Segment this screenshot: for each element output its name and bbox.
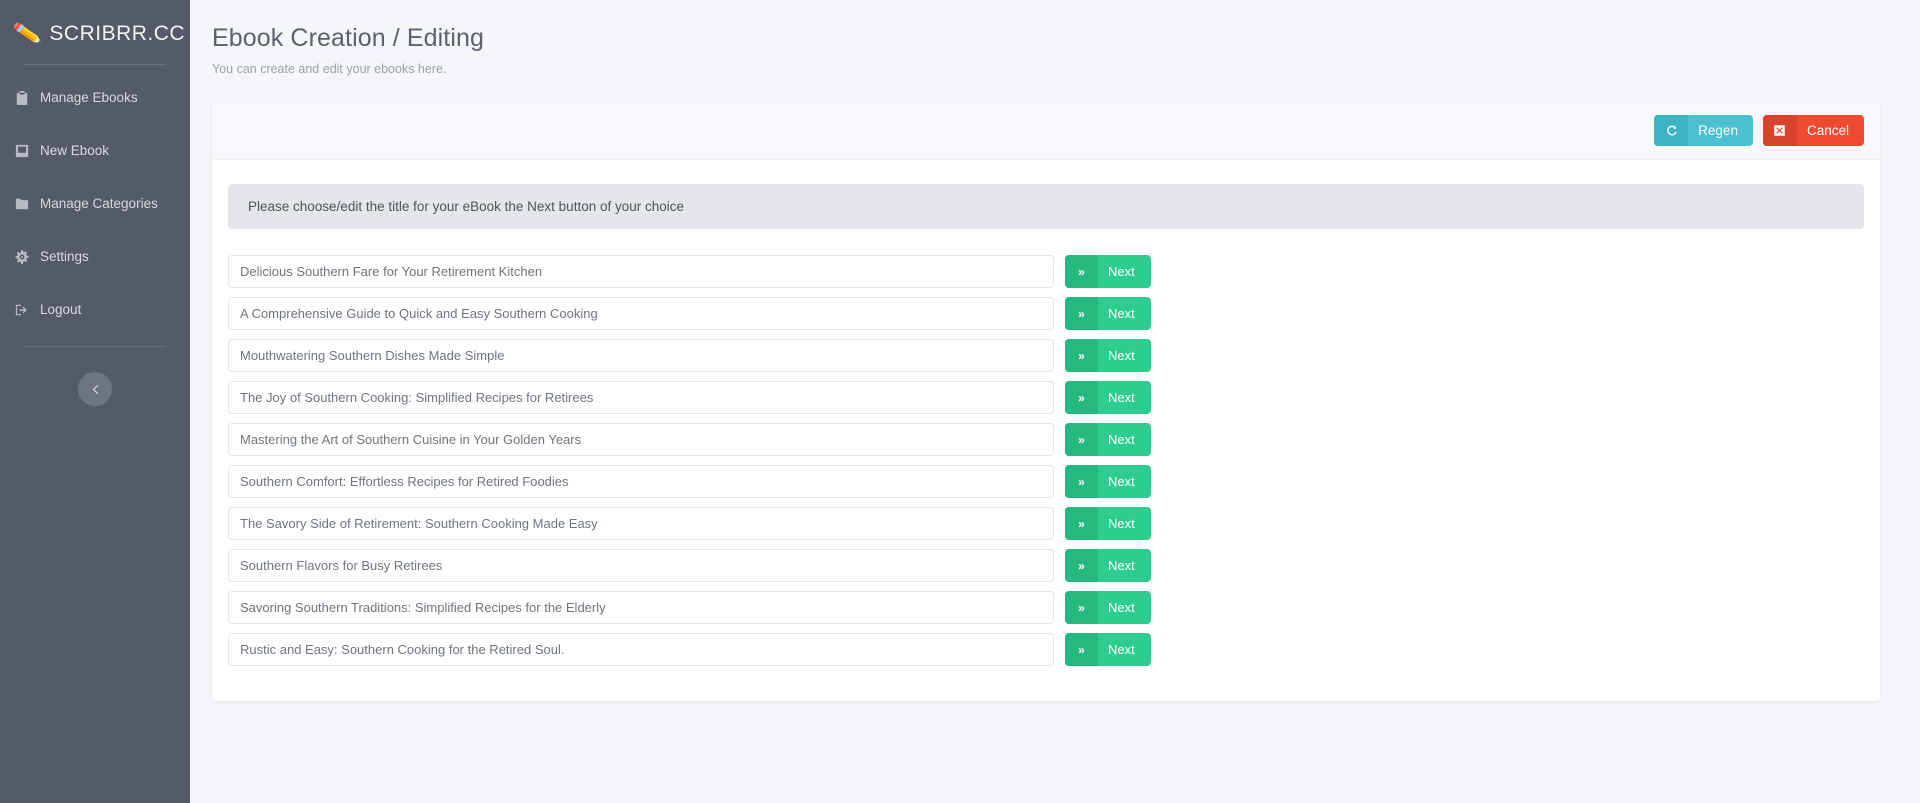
logout-icon: [14, 302, 29, 317]
pencil-icon: ✏️: [12, 21, 43, 47]
regen-button[interactable]: Regen: [1654, 115, 1753, 146]
title-row: »Next: [228, 465, 1864, 498]
title-list: »Next»Next»Next»Next»Next»Next»Next»Next…: [228, 255, 1864, 666]
title-input[interactable]: [228, 465, 1054, 498]
next-label: Next: [1098, 255, 1135, 288]
sidebar-item-label: Manage Categories: [40, 196, 158, 211]
double-chevron-right-icon: »: [1065, 465, 1098, 498]
card-body: Please choose/edit the title for your eB…: [212, 160, 1880, 701]
next-label: Next: [1098, 507, 1135, 540]
sidebar-item-new-ebook[interactable]: New Ebook: [0, 132, 190, 169]
title-row: »Next: [228, 297, 1864, 330]
double-chevron-right-icon: »: [1065, 549, 1098, 582]
cancel-label: Cancel: [1797, 115, 1864, 146]
clipboard-list-icon: [14, 90, 29, 105]
title-row: »Next: [228, 339, 1864, 372]
refresh-icon: [1654, 115, 1688, 146]
main-content: Ebook Creation / Editing You can create …: [190, 0, 1920, 803]
next-button[interactable]: »Next: [1065, 255, 1151, 288]
sidebar-item-manage-ebooks[interactable]: Manage Ebooks: [0, 79, 190, 116]
title-input[interactable]: [228, 339, 1054, 372]
next-label: Next: [1098, 381, 1135, 414]
sidebar-item-logout[interactable]: Logout: [0, 291, 190, 328]
title-input[interactable]: [228, 297, 1054, 330]
sidebar-item-manage-categories[interactable]: Manage Categories: [0, 185, 190, 222]
next-label: Next: [1098, 465, 1135, 498]
next-label: Next: [1098, 339, 1135, 372]
brand-logo[interactable]: ✏️ SCRIBRR.CC: [0, 12, 190, 58]
title-input[interactable]: [228, 591, 1054, 624]
sidebar-item-settings[interactable]: Settings: [0, 238, 190, 275]
close-box-icon: [1763, 115, 1797, 146]
card-toolbar: Regen Cancel: [212, 102, 1880, 160]
double-chevron-right-icon: »: [1065, 507, 1098, 540]
double-chevron-right-icon: »: [1065, 591, 1098, 624]
title-row: »Next: [228, 591, 1864, 624]
cancel-button[interactable]: Cancel: [1763, 115, 1864, 146]
title-input[interactable]: [228, 549, 1054, 582]
instruction-banner: Please choose/edit the title for your eB…: [228, 184, 1864, 229]
double-chevron-right-icon: »: [1065, 255, 1098, 288]
next-button[interactable]: »Next: [1065, 591, 1151, 624]
next-button[interactable]: »Next: [1065, 465, 1151, 498]
title-row: »Next: [228, 507, 1864, 540]
next-label: Next: [1098, 549, 1135, 582]
title-input[interactable]: [228, 633, 1054, 666]
page-subtitle: You can create and edit your ebooks here…: [190, 62, 1920, 76]
title-input[interactable]: [228, 381, 1054, 414]
double-chevron-right-icon: »: [1065, 423, 1098, 456]
brand-name: SCRIBRR.CC: [49, 22, 185, 46]
next-label: Next: [1098, 297, 1135, 330]
page-title: Ebook Creation / Editing: [190, 24, 1920, 53]
next-button[interactable]: »Next: [1065, 423, 1151, 456]
book-icon: [14, 143, 29, 158]
title-input[interactable]: [228, 423, 1054, 456]
chevron-left-icon: [90, 384, 101, 395]
next-button[interactable]: »Next: [1065, 549, 1151, 582]
ebook-titles-card: Regen Cancel Please choose/edit the titl…: [212, 102, 1880, 701]
sidebar-divider: [24, 346, 166, 347]
sidebar: ✏️ SCRIBRR.CC Manage Ebooks New Ebook Ma…: [0, 0, 190, 803]
next-button[interactable]: »Next: [1065, 339, 1151, 372]
folder-icon: [14, 196, 29, 211]
sidebar-item-label: Manage Ebooks: [40, 90, 138, 105]
regen-label: Regen: [1688, 115, 1753, 146]
sidebar-item-label: Settings: [40, 249, 89, 264]
double-chevron-right-icon: »: [1065, 381, 1098, 414]
next-button[interactable]: »Next: [1065, 633, 1151, 666]
double-chevron-right-icon: »: [1065, 339, 1098, 372]
title-row: »Next: [228, 423, 1864, 456]
title-input[interactable]: [228, 507, 1054, 540]
title-row: »Next: [228, 633, 1864, 666]
next-button[interactable]: »Next: [1065, 507, 1151, 540]
sidebar-item-label: Logout: [40, 302, 81, 317]
next-label: Next: [1098, 633, 1135, 666]
next-button[interactable]: »Next: [1065, 381, 1151, 414]
title-input[interactable]: [228, 255, 1054, 288]
gear-icon: [14, 249, 29, 264]
double-chevron-right-icon: »: [1065, 297, 1098, 330]
title-row: »Next: [228, 381, 1864, 414]
next-label: Next: [1098, 423, 1135, 456]
brand-divider: [24, 64, 166, 65]
next-label: Next: [1098, 591, 1135, 624]
double-chevron-right-icon: »: [1065, 633, 1098, 666]
sidebar-item-label: New Ebook: [40, 143, 109, 158]
title-row: »Next: [228, 255, 1864, 288]
title-row: »Next: [228, 549, 1864, 582]
sidebar-collapse-button[interactable]: [78, 372, 112, 406]
next-button[interactable]: »Next: [1065, 297, 1151, 330]
